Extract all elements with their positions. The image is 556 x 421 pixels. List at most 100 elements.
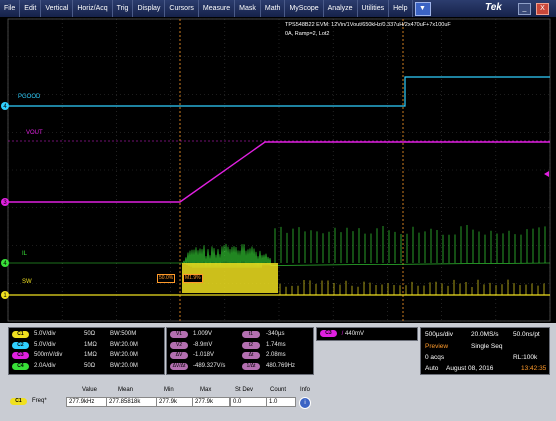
- channel-impedance: 50Ω: [84, 363, 95, 369]
- header-value: Value: [82, 387, 97, 393]
- waveform-display[interactable]: 4341 TPS548B22 EVM: 12Vin/1Vout/650kHz/0…: [0, 17, 556, 323]
- cursor-readout[interactable]: V1 1.009V t1 -340µs V2 -8.9mV t2 1.74ms ΔV -1.018…: [166, 327, 314, 375]
- cursor-value: -8.9mV: [193, 342, 212, 348]
- measurement-source-badge: C1: [10, 398, 27, 405]
- trigger-mode: Auto: [425, 365, 438, 372]
- channel-scale: 2.0A/div: [34, 363, 56, 369]
- cursor-value: -340µs: [266, 331, 284, 337]
- cursor-label: 1/Δt: [242, 363, 260, 370]
- acq-mode: Preview: [425, 343, 448, 350]
- channel-impedance: 1MΩ: [84, 352, 97, 358]
- measurement-name: Freq*: [32, 398, 47, 404]
- channel-badge: C2: [12, 342, 29, 349]
- trigger-slope-icon: /: [342, 331, 344, 337]
- menu-dropdown-icon[interactable]: ▼: [415, 2, 431, 16]
- cursor-label: t2: [242, 342, 260, 349]
- measurement-header: Value Mean Min Max St Dev Count Info: [8, 387, 318, 396]
- header-max: Max: [200, 387, 211, 393]
- trigger-channel-badge: C3: [320, 330, 337, 337]
- channel-impedance: 1MΩ: [84, 342, 97, 348]
- measurement-value: 277.9kHz: [66, 397, 108, 407]
- menu-item-vertical[interactable]: Vertical: [41, 0, 73, 17]
- sample-rate: 20.0MS/s: [471, 331, 498, 338]
- channel-impedance: 50Ω: [84, 331, 95, 337]
- cursor-label: V1: [170, 331, 188, 338]
- record-length: RL:100k: [513, 354, 537, 361]
- waveform-subtitle: 0A, Ramp=2, Lot2: [285, 31, 330, 37]
- channel-bandwidth: BW:20.0M: [110, 363, 138, 369]
- tek-logo: Tek: [485, 2, 502, 13]
- channel-bandwidth: BW:20.0M: [110, 342, 138, 348]
- menu-item-math[interactable]: Math: [261, 0, 286, 17]
- cursor-tag-right: M1.9%: [183, 274, 203, 283]
- vertical-row[interactable]: C3 500mV/div 1MΩ BW:20.0M: [12, 352, 32, 359]
- measurement-count: 1.0: [266, 397, 296, 407]
- close-button[interactable]: X: [536, 3, 549, 15]
- acquisition-readout[interactable]: 500µs/div 20.0MS/s 50.0ns/pt Preview Sin…: [420, 327, 550, 375]
- header-info: Info: [300, 387, 310, 393]
- channel-bandwidth: BW:20.0M: [110, 352, 138, 358]
- channel-scale: 5.0V/div: [34, 342, 56, 348]
- graticule: 4341: [0, 17, 556, 323]
- menu-item-analyze[interactable]: Analyze: [324, 0, 358, 17]
- channel-label-sw: SW: [22, 279, 32, 285]
- measurement-mean: 277.85818k: [106, 397, 158, 407]
- menu-item-file[interactable]: File: [0, 0, 20, 17]
- menu-item-horizacq[interactable]: Horiz/Acq: [73, 0, 112, 17]
- cursor-tag-left: 50.0%: [157, 274, 175, 283]
- channel-bandwidth: BW:500M: [110, 331, 136, 337]
- menu-item-help[interactable]: Help: [389, 0, 412, 17]
- channel-label-pgood: PGOOD: [18, 94, 40, 100]
- measurement-min: 277.9k: [156, 397, 194, 407]
- menu-item-trig[interactable]: Trig: [113, 0, 134, 17]
- menu-item-myscope[interactable]: MyScope: [285, 0, 323, 17]
- measurement-row[interactable]: C1 Freq* 277.9kHz 277.85818k 277.9k 277.…: [8, 397, 318, 407]
- measurement-stdev: 0.0: [230, 397, 268, 407]
- channel-scale: 5.0V/div: [34, 331, 56, 337]
- menu-item-measure[interactable]: Measure: [199, 0, 235, 17]
- vertical-row[interactable]: C4 2.0A/div 50Ω BW:20.0M: [12, 363, 32, 370]
- header-stdev: St Dev: [235, 387, 253, 393]
- cursor-label: t1: [242, 331, 260, 338]
- menu-item-cursors[interactable]: Cursors: [165, 0, 199, 17]
- date: August 08, 2016: [446, 365, 493, 372]
- measurement-max: 277.9k: [192, 397, 230, 407]
- cursor-row: V1 1.009V t1 -340µs: [170, 331, 191, 338]
- trigger-level: 440mV: [345, 331, 364, 337]
- readout-panel: C1 5.0V/div 50Ω BW:500M C2 5.0V/div 1MΩ BW:20.0…: [0, 323, 556, 421]
- cursor-label: ΔV/Δt: [170, 363, 188, 370]
- cursor-value: 1.74ms: [266, 342, 286, 348]
- cursor-value: 1.009V: [193, 331, 212, 337]
- channel-badge: C4: [12, 363, 29, 370]
- trigger-level-marker: [544, 171, 549, 177]
- header-mean: Mean: [118, 387, 133, 393]
- info-icon[interactable]: i: [299, 397, 311, 409]
- header-min: Min: [164, 387, 174, 393]
- acq-count: 0 acqs: [425, 354, 444, 361]
- cursor-value: -1.018V: [193, 352, 214, 358]
- menu-item-edit[interactable]: Edit: [20, 0, 41, 17]
- menu-item-utilities[interactable]: Utilities: [358, 0, 390, 17]
- menu-item-display[interactable]: Display: [133, 0, 165, 17]
- vertical-settings[interactable]: C1 5.0V/div 50Ω BW:500M C2 5.0V/div 1MΩ BW:20.0…: [8, 327, 165, 375]
- channel-badge: C1: [12, 331, 29, 338]
- channel-label-il: IL: [22, 251, 27, 257]
- minimize-button[interactable]: _: [518, 3, 531, 15]
- menu-item-mask[interactable]: Mask: [235, 0, 261, 17]
- waveform-title: TPS548B22 EVM: 12Vin/1Vout/650kHz/0.337u…: [285, 22, 451, 28]
- channel-label-vout: VOUT: [26, 130, 43, 136]
- timebase: 500µs/div: [425, 331, 453, 338]
- trigger-readout[interactable]: C3 / 440mV: [316, 327, 418, 341]
- cursor-row: ΔV -1.018V Δt 2.08ms: [170, 352, 191, 359]
- channel-scale: 500mV/div: [34, 352, 62, 358]
- cursor-label: V2: [170, 342, 188, 349]
- acq-sequence: Single Seq: [471, 343, 502, 350]
- header-count: Count: [270, 387, 286, 393]
- cursor-label: Δt: [242, 352, 260, 359]
- menu-bar: File Edit Vertical Horiz/Acq Trig Display Curs…: [0, 0, 556, 17]
- cursor-value: 480.769Hz: [266, 363, 295, 369]
- vertical-row[interactable]: C2 5.0V/div 1MΩ BW:20.0M: [12, 342, 32, 349]
- time: 13:42:35: [521, 365, 546, 372]
- vertical-row[interactable]: C1 5.0V/div 50Ω BW:500M: [12, 331, 32, 338]
- cursor-label: ΔV: [170, 352, 188, 359]
